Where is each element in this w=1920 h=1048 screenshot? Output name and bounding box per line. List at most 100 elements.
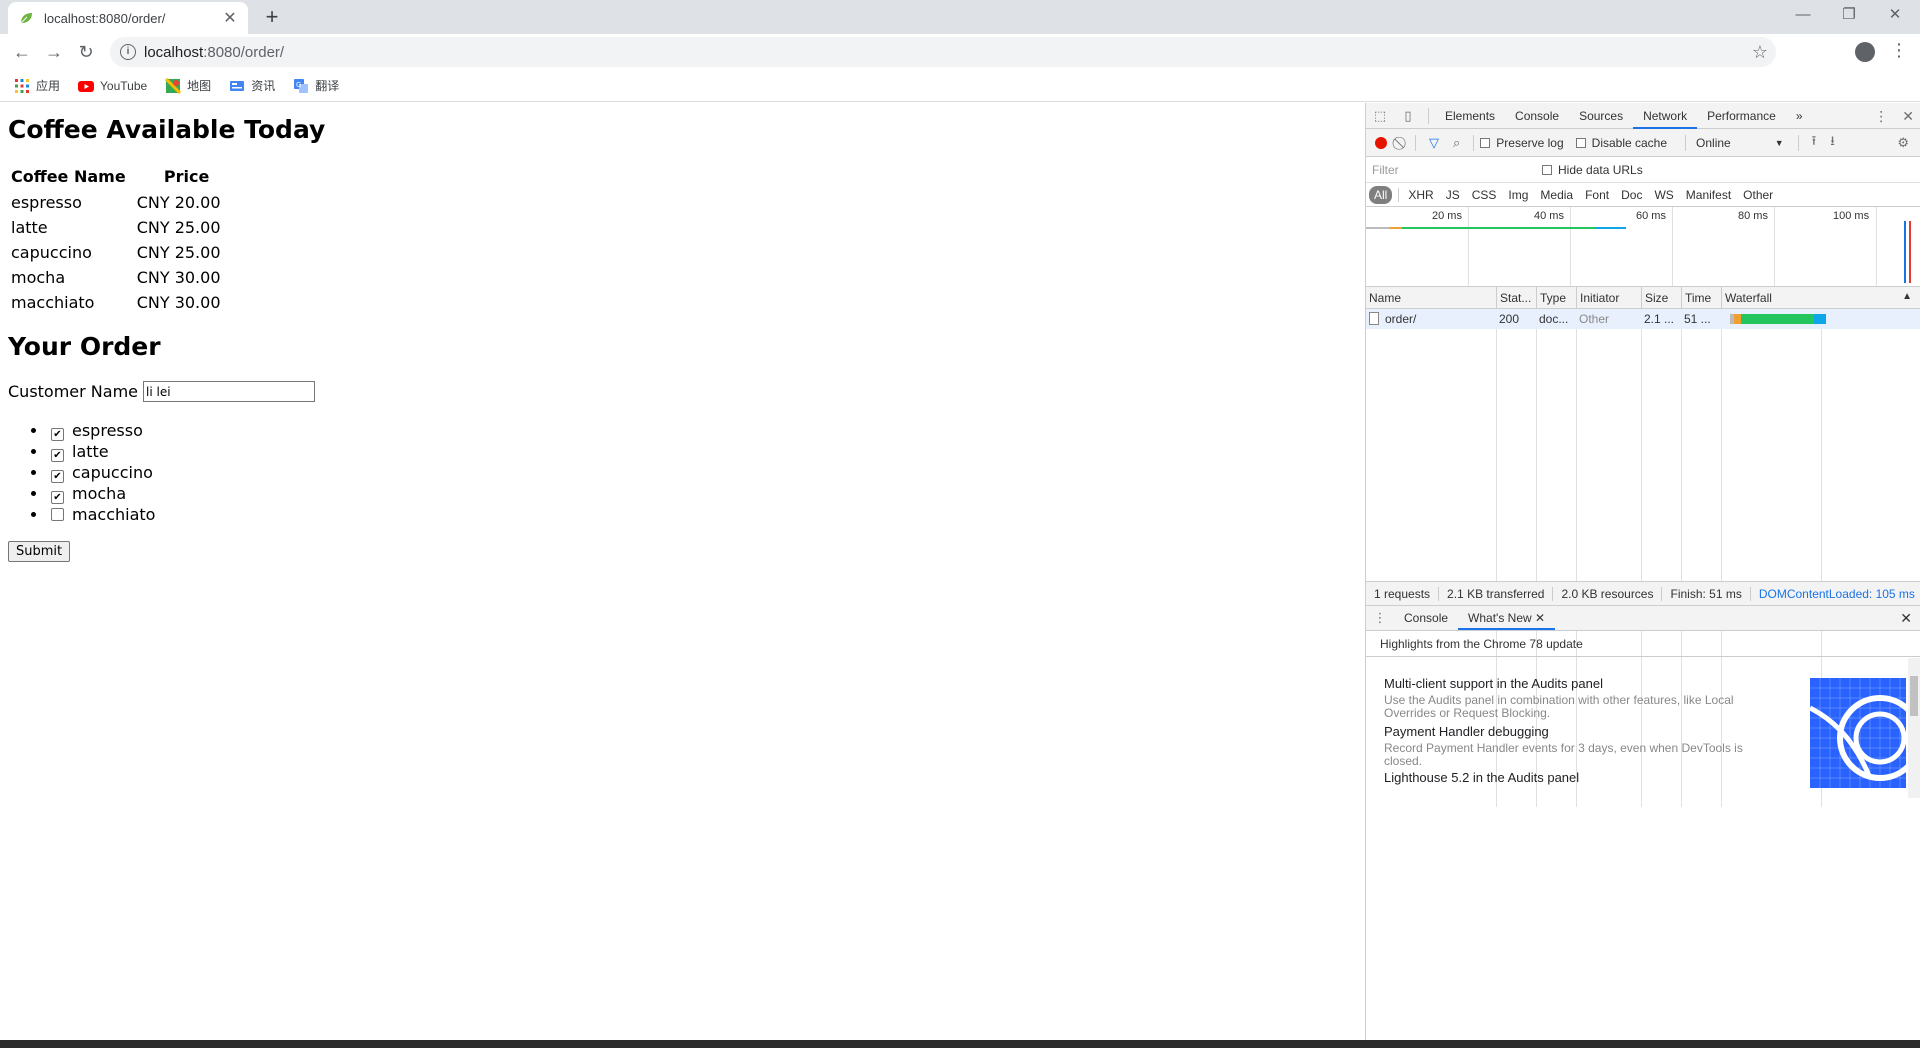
close-tab-icon[interactable]: ✕ (1535, 611, 1545, 625)
tab-network[interactable]: Network (1633, 103, 1698, 129)
bookmark-apps[interactable]: 应用 (14, 77, 60, 94)
scrollbar-thumb[interactable] (1910, 676, 1918, 716)
drawer-tab-label: What's New (1468, 611, 1532, 625)
column-time[interactable]: Time (1681, 287, 1721, 309)
address-bar[interactable]: i localhost:8080/order/ ☆ (110, 37, 1776, 67)
more-tabs-icon[interactable]: » (1786, 103, 1813, 129)
summary-dom-content-loaded: DOMContentLoaded: 105 ms (1758, 586, 1915, 601)
url-host: localhost (144, 43, 204, 61)
tab-console[interactable]: Console (1505, 103, 1569, 129)
order-checkbox-mocha[interactable]: ✔ (51, 491, 64, 504)
type-filter-css[interactable]: CSS (1467, 186, 1502, 204)
type-filter-xhr[interactable]: XHR (1403, 186, 1438, 204)
type-filter-ws[interactable]: WS (1649, 186, 1678, 204)
back-icon[interactable]: ← (8, 38, 36, 66)
bookmark-youtube[interactable]: YouTube (78, 78, 147, 94)
column-waterfall[interactable]: Waterfall (1721, 287, 1901, 309)
chrome-menu-icon[interactable]: ⋮ (1890, 40, 1908, 61)
order-checkbox-capuccino[interactable]: ✔ (51, 470, 64, 483)
load-event-marker (1909, 221, 1911, 283)
filter-input[interactable]: Filter (1370, 160, 1530, 180)
forward-icon[interactable]: → (40, 38, 68, 66)
type-filter-manifest[interactable]: Manifest (1681, 186, 1736, 204)
import-har-icon[interactable]: ⭱ (1812, 132, 1817, 154)
type-filter-doc[interactable]: Doc (1616, 186, 1647, 204)
whats-new-title: Multi-client support in the Audits panel (1384, 676, 1603, 691)
browser-tab[interactable]: localhost:8080/order/ ✕ (8, 2, 248, 34)
request-initiator: Other (1579, 312, 1610, 326)
search-icon[interactable]: ⌕ (1453, 135, 1460, 151)
new-tab-button[interactable]: + (258, 4, 286, 32)
tab-elements[interactable]: Elements (1435, 103, 1505, 129)
tab-close-icon[interactable]: ✕ (222, 8, 238, 28)
list-item: ✔ espresso (48, 420, 1357, 441)
drawer-tab-whats-new[interactable]: What's New ✕ (1458, 606, 1556, 630)
drawer-tab-console[interactable]: Console (1394, 606, 1458, 630)
export-har-icon[interactable]: ⭳ (1830, 132, 1835, 154)
devtools-menu-icon[interactable]: ⋮ (1874, 108, 1888, 125)
drawer-menu-icon[interactable]: ⋮ (1366, 610, 1394, 626)
bookmark-maps[interactable]: 地图 (165, 77, 211, 94)
type-filter-all[interactable]: All (1369, 185, 1393, 204)
settings-gear-icon[interactable]: ⚙ (1897, 135, 1909, 151)
whats-new-item[interactable]: Lighthouse 5.2 in the Audits panel (1384, 770, 1784, 785)
column-size[interactable]: Size (1641, 287, 1681, 309)
type-filter-media[interactable]: Media (1535, 186, 1578, 204)
bookmark-star-icon[interactable]: ☆ (1752, 42, 1768, 63)
bookmark-label: 地图 (187, 79, 212, 93)
hide-data-urls-checkbox[interactable] (1542, 164, 1552, 175)
filter-icon[interactable]: ▽ (1429, 135, 1439, 151)
disable-cache-checkbox[interactable] (1575, 137, 1586, 148)
minimize-icon[interactable]: — (1780, 0, 1826, 30)
summary-requests: 1 requests (1374, 586, 1440, 601)
order-list: ✔ espresso ✔ latte ✔ capuccino ✔ mocha macch… (8, 420, 1357, 525)
list-item: ✔ capuccino (48, 462, 1357, 483)
overview-tick-label: 100 ms (1833, 210, 1870, 222)
chrome-devtools-illustration (1810, 678, 1906, 788)
close-window-icon[interactable]: ✕ (1872, 0, 1918, 30)
record-icon[interactable] (1375, 136, 1387, 149)
submit-button[interactable]: Submit (8, 541, 71, 562)
column-status[interactable]: Stat... (1496, 287, 1536, 309)
order-checkbox-espresso[interactable]: ✔ (51, 428, 64, 441)
bookmark-news[interactable]: 资讯 (229, 77, 275, 94)
type-filter-font[interactable]: Font (1580, 186, 1614, 204)
order-checkbox-macchiato[interactable] (51, 508, 64, 521)
maps-icon (165, 77, 182, 94)
type-filter-img[interactable]: Img (1503, 186, 1533, 204)
table-row: capuccino CNY 25.00 (10, 241, 222, 264)
bookmark-label: 资讯 (251, 79, 276, 93)
devtools-close-icon[interactable]: ✕ (1902, 108, 1914, 125)
whats-new-item[interactable]: Payment Handler debugging Record Payment… (1384, 724, 1784, 768)
bookmark-translate[interactable]: G 翻译 (293, 77, 339, 94)
inspect-element-icon[interactable]: ⬚ (1366, 108, 1394, 124)
account-avatar-icon[interactable] (1855, 42, 1875, 62)
column-name[interactable]: Name (1366, 287, 1496, 309)
preserve-log-checkbox[interactable] (1480, 137, 1491, 148)
site-info-icon[interactable]: i (120, 44, 136, 60)
order-checkbox-latte[interactable]: ✔ (51, 449, 64, 462)
drawer-close-icon[interactable]: ✕ (1900, 610, 1912, 627)
request-row[interactable]: order/ 200 doc... Other 2.1 ... 51 ... (1366, 309, 1920, 329)
type-filter-other[interactable]: Other (1738, 186, 1778, 204)
tab-performance[interactable]: Performance (1697, 103, 1786, 129)
customer-name-input[interactable] (143, 381, 316, 402)
reload-icon[interactable]: ↻ (72, 38, 100, 66)
restore-icon[interactable]: ❐ (1826, 0, 1872, 30)
coffee-price: CNY 25.00 (136, 218, 221, 237)
whats-new-item[interactable]: Multi-client support in the Audits panel… (1384, 676, 1784, 720)
sort-ascending-icon[interactable]: ▲ (1902, 291, 1912, 302)
customer-name-row: Customer Name (8, 381, 1357, 402)
device-toolbar-icon[interactable]: ▯ (1394, 108, 1422, 124)
column-initiator[interactable]: Initiator (1576, 287, 1641, 309)
overview-tick-label: 80 ms (1738, 210, 1768, 222)
column-type[interactable]: Type (1536, 287, 1576, 309)
throttle-select[interactable]: Online ▼ (1696, 136, 1784, 150)
type-filter-js[interactable]: JS (1441, 186, 1465, 204)
whats-new-scrollbar[interactable] (1908, 658, 1920, 798)
tab-sources[interactable]: Sources (1569, 103, 1633, 129)
overview-download-bar (1596, 227, 1626, 229)
browser-toolbar: ← → ↻ i localhost:8080/order/ ☆ ⋮ (0, 34, 1920, 70)
hide-data-urls-label: Hide data URLs (1558, 162, 1643, 177)
order-item-label: capuccino (72, 463, 153, 482)
